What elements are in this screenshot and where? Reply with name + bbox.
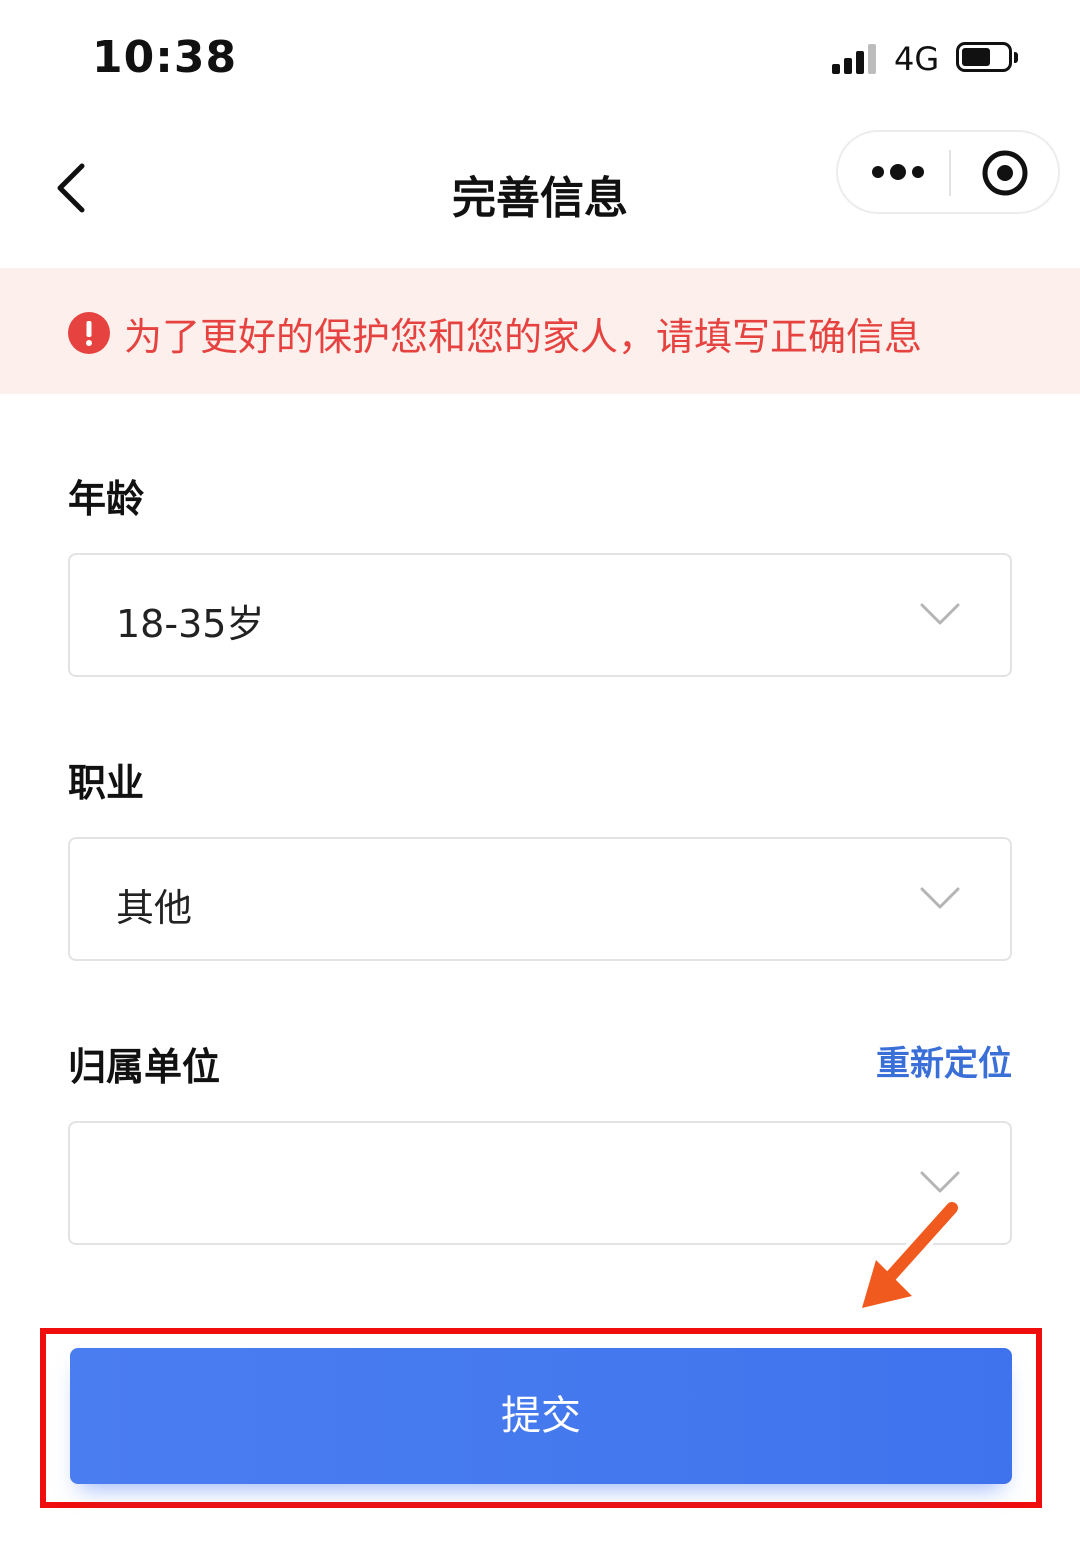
arrow-pointer-icon	[856, 1198, 962, 1316]
occupation-value: 其他	[116, 886, 193, 930]
unit-label: 归属单位	[68, 1045, 221, 1089]
more-button[interactable]	[858, 142, 938, 202]
battery-icon	[956, 42, 1018, 74]
signal-bars-icon	[832, 44, 880, 74]
age-label: 年龄	[68, 477, 145, 521]
page: 10:38 4G 完善信息 为了更好的保护您和您的家人，请填写正确信息 年龄 1…	[0, 0, 1080, 1550]
chevron-down-icon	[920, 603, 960, 625]
relocate-link[interactable]: 重新定位	[876, 1036, 1012, 1085]
nav-bar: 完善信息	[0, 118, 1080, 268]
submit-button[interactable]: 提交	[70, 1348, 1012, 1484]
capsule-divider	[949, 150, 951, 196]
occupation-select[interactable]: 其他	[68, 837, 1012, 961]
chevron-down-icon	[920, 887, 960, 909]
target-close-icon	[982, 150, 1028, 196]
notice-text: 为了更好的保护您和您的家人，请填写正确信息	[124, 315, 923, 359]
status-bar: 10:38 4G	[0, 0, 1080, 118]
more-dots-icon	[872, 164, 924, 180]
close-button[interactable]	[972, 140, 1038, 206]
occupation-label: 职业	[68, 761, 145, 805]
network-label: 4G	[894, 40, 940, 78]
age-select[interactable]: 18-35岁	[68, 553, 1012, 677]
notice-banner: 为了更好的保护您和您的家人，请填写正确信息	[0, 268, 1080, 394]
mini-program-capsule	[836, 130, 1060, 214]
exclamation-circle-icon	[68, 312, 110, 354]
status-time: 10:38	[92, 32, 238, 83]
age-value: 18-35岁	[116, 602, 265, 646]
